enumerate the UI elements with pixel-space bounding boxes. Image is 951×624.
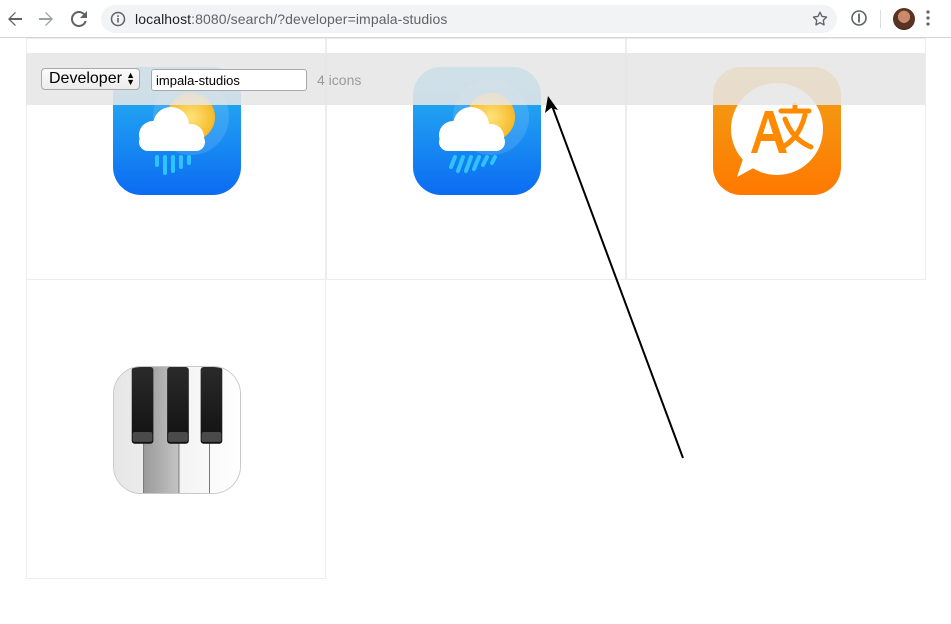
- piano-icon[interactable]: [113, 366, 241, 494]
- arrow-left-icon: [8, 12, 22, 26]
- icon-card[interactable]: [26, 279, 326, 579]
- result-count: 4 icons: [317, 72, 362, 88]
- arrow-right-icon: [39, 12, 53, 26]
- search-input[interactable]: [151, 69, 307, 91]
- forward-button[interactable]: [35, 8, 57, 30]
- url-text: localhost:8080/search/?developer=impala-…: [135, 11, 448, 27]
- star-icon[interactable]: [811, 10, 829, 33]
- filter-select[interactable]: Developer ▲ ▼: [41, 68, 140, 90]
- extension-info-icon[interactable]: [850, 9, 868, 32]
- reload-button[interactable]: [68, 8, 90, 30]
- browser-toolbar: localhost:8080/search/?developer=impala-…: [0, 0, 951, 38]
- search-toolbar: Developer ▲▼ 4 icons: [26, 53, 925, 105]
- more-menu-icon[interactable]: [925, 9, 931, 32]
- reload-icon: [71, 11, 87, 27]
- select-arrows-icon: ▲ ▼: [126, 70, 135, 87]
- filter-select-value: Developer: [49, 70, 122, 87]
- toolbar-divider: [880, 10, 881, 28]
- back-button[interactable]: [4, 8, 26, 30]
- info-circle-icon[interactable]: [110, 11, 126, 32]
- address-bar[interactable]: localhost:8080/search/?developer=impala-…: [101, 5, 837, 33]
- avatar[interactable]: [893, 8, 915, 30]
